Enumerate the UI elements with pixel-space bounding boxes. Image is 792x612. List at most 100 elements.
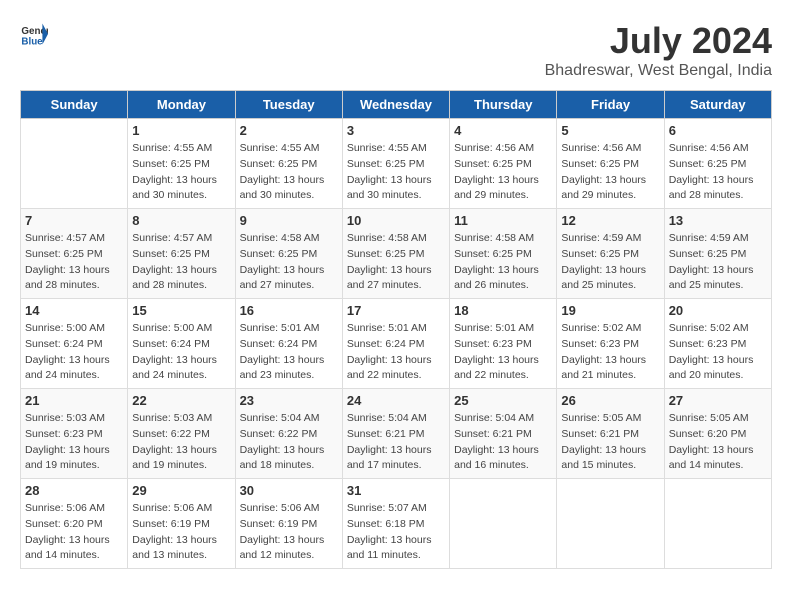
calendar-cell — [664, 479, 771, 569]
calendar-cell — [450, 479, 557, 569]
header-day-tuesday: Tuesday — [235, 91, 342, 119]
day-info: Sunrise: 4:59 AM Sunset: 6:25 PM Dayligh… — [669, 231, 767, 294]
calendar-body: 1 Sunrise: 4:55 AM Sunset: 6:25 PM Daylig… — [21, 119, 772, 569]
day-number: 16 — [240, 303, 338, 318]
day-number: 14 — [25, 303, 123, 318]
calendar-cell: 14 Sunrise: 5:00 AM Sunset: 6:24 PM Dayli… — [21, 299, 128, 389]
calendar-cell: 8Sunrise: 4:57 AM Sunset: 6:25 PM Daylig… — [128, 209, 235, 299]
calendar-table: SundayMondayTuesdayWednesdayThursdayFrid… — [20, 90, 772, 569]
calendar-cell: 7 Sunrise: 4:57 AM Sunset: 6:25 PM Daylig… — [21, 209, 128, 299]
day-number: 9 — [240, 213, 338, 228]
week-row-2: 14 Sunrise: 5:00 AM Sunset: 6:24 PM Dayli… — [21, 299, 772, 389]
calendar-cell: 9Sunrise: 4:58 AM Sunset: 6:25 PM Daylig… — [235, 209, 342, 299]
calendar-cell: 30Sunrise: 5:06 AM Sunset: 6:19 PM Dayli… — [235, 479, 342, 569]
day-number: 25 — [454, 393, 552, 408]
day-number: 27 — [669, 393, 767, 408]
day-info: Sunrise: 5:06 AM Sunset: 6:19 PM Dayligh… — [132, 501, 230, 564]
header-day-thursday: Thursday — [450, 91, 557, 119]
week-row-4: 28 Sunrise: 5:06 AM Sunset: 6:20 PM Dayli… — [21, 479, 772, 569]
svg-text:Blue: Blue — [21, 37, 43, 48]
calendar-cell: 18 Sunrise: 5:01 AM Sunset: 6:23 PM Dayli… — [450, 299, 557, 389]
calendar-cell: 26 Sunrise: 5:05 AM Sunset: 6:21 PM Dayli… — [557, 389, 664, 479]
header-day-sunday: Sunday — [21, 91, 128, 119]
calendar-cell: 25 Sunrise: 5:04 AM Sunset: 6:21 PM Dayli… — [450, 389, 557, 479]
day-info: Sunrise: 5:00 AM Sunset: 6:24 PM Dayligh… — [25, 321, 123, 384]
main-title: July 2024 — [545, 20, 772, 62]
day-info: Sunrise: 4:58 AM Sunset: 6:25 PM Dayligh… — [347, 231, 445, 294]
day-info: Sunrise: 5:03 AM Sunset: 6:23 PM Dayligh… — [25, 411, 123, 474]
day-number: 15 — [132, 303, 230, 318]
calendar-cell — [21, 119, 128, 209]
day-info: Sunrise: 4:56 AM Sunset: 6:25 PM Dayligh… — [561, 141, 659, 204]
day-info: Sunrise: 5:04 AM Sunset: 6:22 PM Dayligh… — [240, 411, 338, 474]
day-number: 21 — [25, 393, 123, 408]
day-info: Sunrise: 5:05 AM Sunset: 6:21 PM Dayligh… — [561, 411, 659, 474]
day-number: 11 — [454, 213, 552, 228]
day-info: Sunrise: 5:04 AM Sunset: 6:21 PM Dayligh… — [347, 411, 445, 474]
day-info: Sunrise: 5:06 AM Sunset: 6:20 PM Dayligh… — [25, 501, 123, 564]
calendar-cell: 17 Sunrise: 5:01 AM Sunset: 6:24 PM Dayli… — [342, 299, 449, 389]
day-number: 2 — [240, 123, 338, 138]
calendar-cell: 1 Sunrise: 4:55 AM Sunset: 6:25 PM Daylig… — [128, 119, 235, 209]
day-number: 28 — [25, 483, 123, 498]
header-day-saturday: Saturday — [664, 91, 771, 119]
subtitle: Bhadreswar, West Bengal, India — [545, 62, 772, 80]
logo: General Blue — [20, 20, 48, 48]
day-number: 1 — [132, 123, 230, 138]
day-info: Sunrise: 4:55 AM Sunset: 6:25 PM Dayligh… — [347, 141, 445, 204]
calendar-cell: 5Sunrise: 4:56 AM Sunset: 6:25 PM Daylig… — [557, 119, 664, 209]
day-info: Sunrise: 4:56 AM Sunset: 6:25 PM Dayligh… — [669, 141, 767, 204]
day-info: Sunrise: 5:07 AM Sunset: 6:18 PM Dayligh… — [347, 501, 445, 564]
day-info: Sunrise: 4:55 AM Sunset: 6:25 PM Dayligh… — [132, 141, 230, 204]
day-number: 10 — [347, 213, 445, 228]
calendar-cell: 11 Sunrise: 4:58 AM Sunset: 6:25 PM Dayli… — [450, 209, 557, 299]
day-number: 22 — [132, 393, 230, 408]
calendar-cell: 2Sunrise: 4:55 AM Sunset: 6:25 PM Daylig… — [235, 119, 342, 209]
calendar-cell — [557, 479, 664, 569]
header-day-friday: Friday — [557, 91, 664, 119]
day-info: Sunrise: 5:01 AM Sunset: 6:23 PM Dayligh… — [454, 321, 552, 384]
calendar-cell: 10 Sunrise: 4:58 AM Sunset: 6:25 PM Dayli… — [342, 209, 449, 299]
day-info: Sunrise: 5:02 AM Sunset: 6:23 PM Dayligh… — [561, 321, 659, 384]
day-number: 19 — [561, 303, 659, 318]
day-number: 18 — [454, 303, 552, 318]
day-number: 6 — [669, 123, 767, 138]
day-info: Sunrise: 4:57 AM Sunset: 6:25 PM Dayligh… — [132, 231, 230, 294]
calendar-cell: 22 Sunrise: 5:03 AM Sunset: 6:22 PM Dayli… — [128, 389, 235, 479]
day-number: 12 — [561, 213, 659, 228]
header-day-monday: Monday — [128, 91, 235, 119]
week-row-1: 7 Sunrise: 4:57 AM Sunset: 6:25 PM Daylig… — [21, 209, 772, 299]
calendar-cell: 16 Sunrise: 5:01 AM Sunset: 6:24 PM Dayli… — [235, 299, 342, 389]
day-info: Sunrise: 5:03 AM Sunset: 6:22 PM Dayligh… — [132, 411, 230, 474]
day-info: Sunrise: 5:01 AM Sunset: 6:24 PM Dayligh… — [240, 321, 338, 384]
calendar-cell: 13Sunrise: 4:59 AM Sunset: 6:25 PM Dayli… — [664, 209, 771, 299]
day-number: 17 — [347, 303, 445, 318]
calendar-cell: 24Sunrise: 5:04 AM Sunset: 6:21 PM Dayli… — [342, 389, 449, 479]
calendar-cell: 6 Sunrise: 4:56 AM Sunset: 6:25 PM Daylig… — [664, 119, 771, 209]
calendar-cell: 4 Sunrise: 4:56 AM Sunset: 6:25 PM Daylig… — [450, 119, 557, 209]
day-number: 29 — [132, 483, 230, 498]
calendar-cell: 27Sunrise: 5:05 AM Sunset: 6:20 PM Dayli… — [664, 389, 771, 479]
calendar-cell: 20Sunrise: 5:02 AM Sunset: 6:23 PM Dayli… — [664, 299, 771, 389]
calendar-cell: 3 Sunrise: 4:55 AM Sunset: 6:25 PM Daylig… — [342, 119, 449, 209]
calendar-cell: 19 Sunrise: 5:02 AM Sunset: 6:23 PM Dayli… — [557, 299, 664, 389]
day-number: 26 — [561, 393, 659, 408]
day-info: Sunrise: 5:04 AM Sunset: 6:21 PM Dayligh… — [454, 411, 552, 474]
day-info: Sunrise: 4:58 AM Sunset: 6:25 PM Dayligh… — [454, 231, 552, 294]
calendar-cell: 12Sunrise: 4:59 AM Sunset: 6:25 PM Dayli… — [557, 209, 664, 299]
page-header: General Blue July 2024 Bhadreswar, West … — [20, 20, 772, 80]
day-info: Sunrise: 4:57 AM Sunset: 6:25 PM Dayligh… — [25, 231, 123, 294]
calendar-cell: 15 Sunrise: 5:00 AM Sunset: 6:24 PM Dayli… — [128, 299, 235, 389]
header-day-wednesday: Wednesday — [342, 91, 449, 119]
day-info: Sunrise: 5:01 AM Sunset: 6:24 PM Dayligh… — [347, 321, 445, 384]
day-number: 3 — [347, 123, 445, 138]
day-info: Sunrise: 5:06 AM Sunset: 6:19 PM Dayligh… — [240, 501, 338, 564]
day-info: Sunrise: 5:00 AM Sunset: 6:24 PM Dayligh… — [132, 321, 230, 384]
week-row-3: 21 Sunrise: 5:03 AM Sunset: 6:23 PM Dayli… — [21, 389, 772, 479]
day-number: 7 — [25, 213, 123, 228]
day-info: Sunrise: 4:56 AM Sunset: 6:25 PM Dayligh… — [454, 141, 552, 204]
day-number: 4 — [454, 123, 552, 138]
calendar-cell: 31Sunrise: 5:07 AM Sunset: 6:18 PM Dayli… — [342, 479, 449, 569]
logo-icon: General Blue — [20, 20, 48, 48]
day-number: 20 — [669, 303, 767, 318]
